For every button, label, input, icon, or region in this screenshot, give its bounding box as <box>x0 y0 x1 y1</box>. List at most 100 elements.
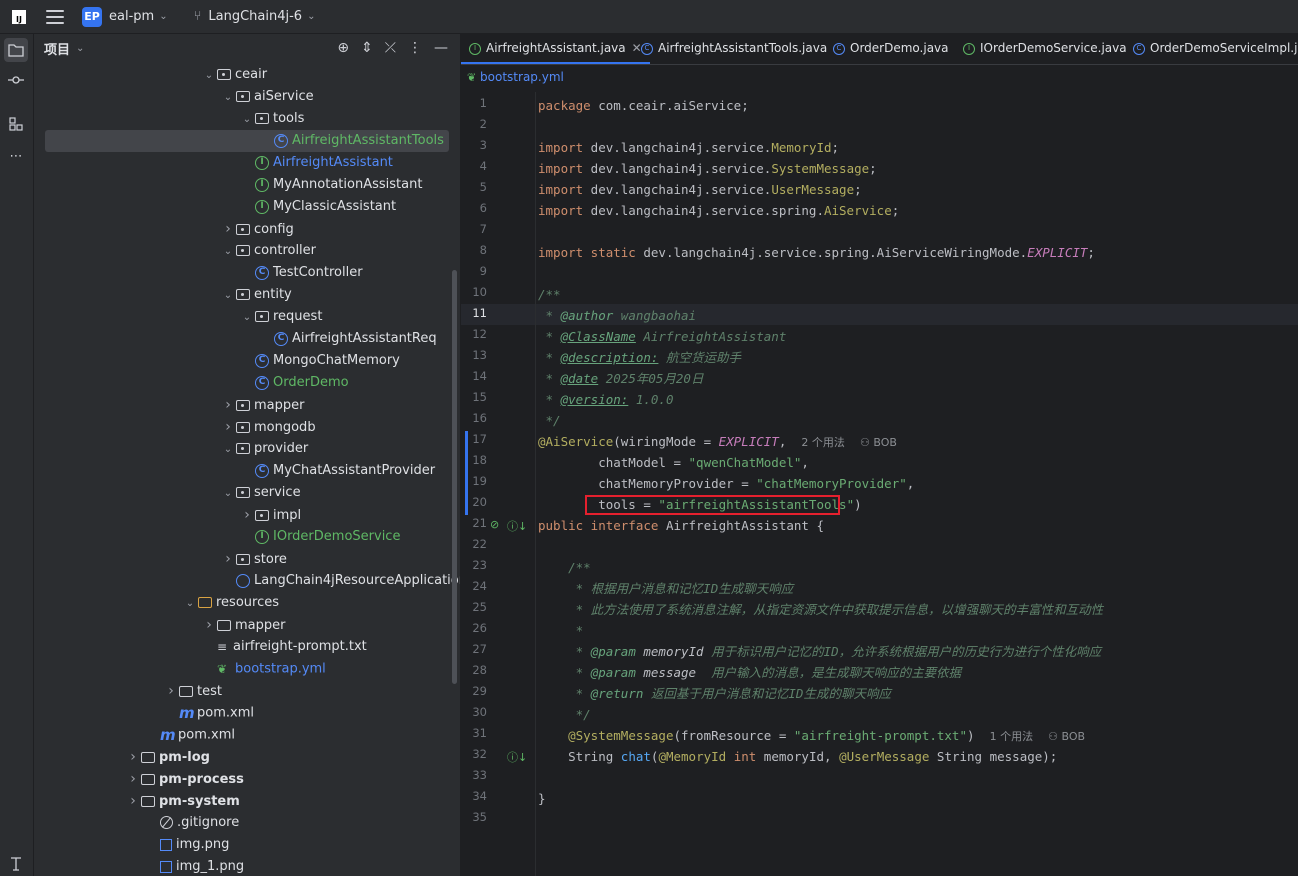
chevron-right-icon[interactable]: › <box>220 394 236 416</box>
tree-item[interactable]: LangChain4jResourceApplication <box>220 570 460 592</box>
tree-item[interactable]: I MyAnnotationAssistant <box>239 174 422 196</box>
tree-item[interactable]: › mongodb <box>220 416 315 438</box>
line-number[interactable]: 10 <box>461 285 487 299</box>
chevron-down-icon[interactable]: ⌄ <box>159 11 167 22</box>
tree-item[interactable]: m pom.xml <box>144 724 235 746</box>
line-number[interactable]: 4 <box>461 159 487 173</box>
line-number[interactable]: 32 <box>461 747 487 761</box>
line-number[interactable]: 6 <box>461 201 487 215</box>
tree-item[interactable]: m pom.xml <box>163 702 254 724</box>
line-number[interactable]: 9 <box>461 264 487 278</box>
chevron-down-icon[interactable]: ⌄ <box>307 11 315 22</box>
line-number[interactable]: 16 <box>461 411 487 425</box>
tree-item[interactable]: I MyClassicAssistant <box>239 196 396 218</box>
hide-icon[interactable]: — <box>434 40 448 56</box>
tree-item[interactable]: C TestController <box>239 262 363 284</box>
line-number[interactable]: 21 <box>461 516 487 530</box>
tree-item[interactable]: ⌄ controller <box>220 240 316 262</box>
chevron-right-icon[interactable]: › <box>125 746 141 768</box>
tree-item[interactable]: › impl <box>239 504 301 526</box>
chevron-right-icon[interactable]: › <box>125 768 141 790</box>
options-icon[interactable]: ⋮ <box>408 40 422 56</box>
breadcrumb[interactable]: ❦ bootstrap.yml <box>467 70 564 84</box>
tree-item[interactable]: ⌄ ceair <box>201 64 267 86</box>
editor-tab[interactable]: C OrderDemoServiceImpl.java <box>1125 34 1298 64</box>
editor-tab[interactable]: I AirfreightAssistant.java ✕ <box>461 34 650 64</box>
tree-item[interactable]: img.png <box>144 834 229 856</box>
more-tools-icon[interactable]: ⋯ <box>4 144 28 168</box>
usages-hint[interactable]: 1 个用法 <box>990 730 1034 743</box>
line-number[interactable]: 23 <box>461 558 487 572</box>
line-number[interactable]: 12 <box>461 327 487 341</box>
expand-all-icon[interactable]: ⇕ <box>361 40 373 56</box>
tree-item[interactable]: C AirfreightAssistantTools <box>45 130 449 152</box>
tree-item[interactable]: img_1.png <box>144 856 244 876</box>
branch-name[interactable]: LangChain4j-6 <box>208 9 302 24</box>
line-number[interactable]: 27 <box>461 642 487 656</box>
chevron-down-icon[interactable]: ⌄ <box>239 307 255 329</box>
author-hint[interactable]: ⚇ BOB <box>1048 730 1085 743</box>
locate-icon[interactable]: ⊕ <box>337 40 349 56</box>
chevron-right-icon[interactable]: › <box>220 218 236 240</box>
tree-item[interactable]: › test <box>163 680 222 702</box>
line-number[interactable]: 29 <box>461 684 487 698</box>
tree-item[interactable]: › mapper <box>220 394 304 416</box>
line-number[interactable]: 11 <box>461 306 487 320</box>
tree-item[interactable]: › store <box>220 548 287 570</box>
chevron-down-icon[interactable]: ⌄ <box>201 65 217 87</box>
implementation-gutter-icon[interactable]: ⓘ↓ <box>507 518 527 534</box>
line-number[interactable]: 22 <box>461 537 487 551</box>
tree-item[interactable]: C OrderDemo <box>239 372 349 394</box>
project-tool-folder-icon[interactable] <box>4 38 28 62</box>
tree-item[interactable]: ⌄ request <box>239 306 323 329</box>
tree-item[interactable]: › mapper <box>201 614 285 636</box>
tree-item[interactable]: C MongoChatMemory <box>239 350 400 372</box>
implementation-gutter-icon[interactable]: ⓘ↓ <box>507 749 527 765</box>
tree-item[interactable]: › config <box>220 218 294 240</box>
line-number[interactable]: 33 <box>461 768 487 782</box>
line-number[interactable]: 24 <box>461 579 487 593</box>
bean-icon[interactable]: ⊘ <box>490 518 499 531</box>
tree-item[interactable]: ⌄ entity <box>220 284 292 306</box>
chevron-right-icon[interactable]: › <box>163 680 179 702</box>
line-number[interactable]: 7 <box>461 222 487 236</box>
chevron-down-icon[interactable]: ⌄ <box>182 593 198 615</box>
tree-item[interactable]: ❦ bootstrap.yml <box>201 658 326 680</box>
chevron-down-icon[interactable]: ⌄ <box>220 483 236 505</box>
chevron-right-icon[interactable]: › <box>220 416 236 438</box>
project-scrollbar[interactable] <box>452 270 457 684</box>
line-number[interactable]: 5 <box>461 180 487 194</box>
line-number[interactable]: 25 <box>461 600 487 614</box>
tree-item[interactable]: ⌄ provider <box>220 438 308 460</box>
tree-item[interactable]: I AirfreightAssistant <box>239 152 393 174</box>
line-number[interactable]: 1 <box>461 96 487 110</box>
line-number[interactable]: 30 <box>461 705 487 719</box>
main-menu-icon[interactable] <box>46 9 64 24</box>
line-number[interactable]: 2 <box>461 117 487 131</box>
commit-tool-icon[interactable] <box>4 68 28 92</box>
chevron-down-icon[interactable]: ⌄ <box>220 285 236 307</box>
editor-tab[interactable]: C OrderDemo.java <box>825 34 957 64</box>
tree-item[interactable]: ⌄ service <box>220 482 301 504</box>
line-number[interactable]: 31 <box>461 726 487 740</box>
editor-tab[interactable]: I IOrderDemoService.java <box>955 34 1135 64</box>
chevron-right-icon[interactable]: › <box>239 504 255 526</box>
tree-item[interactable]: › pm-system <box>125 790 240 812</box>
tree-item[interactable]: › pm-process <box>125 768 244 790</box>
tree-item[interactable]: .gitignore <box>144 812 239 834</box>
line-number[interactable]: 15 <box>461 390 487 404</box>
line-number[interactable]: 35 <box>461 810 487 824</box>
author-hint[interactable]: ⚇ BOB <box>860 436 897 449</box>
structure-tool-icon[interactable] <box>4 112 28 136</box>
tree-item[interactable]: I IOrderDemoService <box>239 526 400 548</box>
tree-item[interactable]: ⌄ aiService <box>220 86 314 108</box>
project-panel-title[interactable]: 项目 <box>44 39 70 58</box>
line-number[interactable]: 13 <box>461 348 487 362</box>
chevron-down-icon[interactable]: ⌄ <box>76 43 84 54</box>
tree-item[interactable]: ≡ airfreight-prompt.txt <box>201 636 367 658</box>
chevron-right-icon[interactable]: › <box>220 548 236 570</box>
chevron-right-icon[interactable]: › <box>201 614 217 636</box>
terminal-tool-icon[interactable] <box>4 852 28 876</box>
chevron-down-icon[interactable]: ⌄ <box>220 87 236 109</box>
tree-item[interactable]: ⌄ resources <box>182 592 279 614</box>
